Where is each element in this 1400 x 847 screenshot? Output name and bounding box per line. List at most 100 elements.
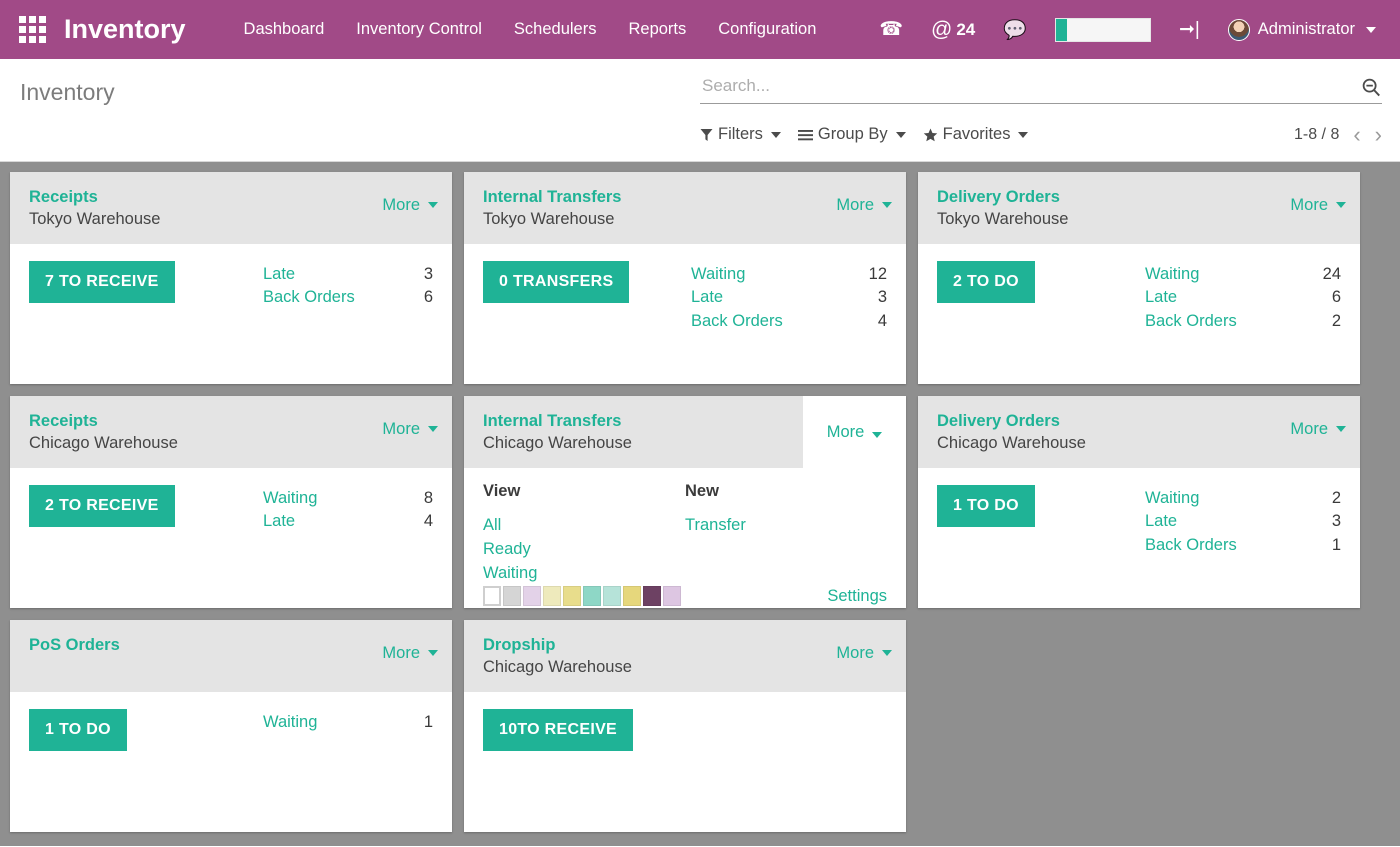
stat-label[interactable]: Waiting [1145, 487, 1199, 510]
stat-row[interactable]: Late 3 [691, 286, 887, 309]
kanban-card-receipts-tokyo[interactable]: Receipts Tokyo Warehouse More 7 TO RECEI… [10, 172, 452, 384]
groupby-dropdown[interactable]: Group By [798, 125, 906, 144]
stat-label[interactable]: Waiting [263, 711, 317, 734]
stat-row[interactable]: Back Orders 2 [1145, 310, 1341, 333]
stat-value: 12 [869, 263, 887, 286]
menu-item-schedulers[interactable]: Schedulers [498, 14, 613, 45]
more-dropdown-button[interactable]: More [382, 634, 438, 692]
search-icon[interactable] [1360, 76, 1382, 98]
stat-label[interactable]: Back Orders [1145, 310, 1237, 333]
pager-next-button[interactable]: › [1375, 124, 1382, 146]
card-title[interactable]: PoS Orders [29, 634, 120, 656]
menu-item-dashboard[interactable]: Dashboard [228, 14, 341, 45]
stat-label[interactable]: Waiting [691, 263, 745, 286]
stat-row[interactable]: Late 6 [1145, 286, 1341, 309]
primary-action-button[interactable]: 0 TRANSFERS [483, 261, 629, 303]
dropdown-view-all[interactable]: All [483, 514, 685, 538]
user-menu-button[interactable]: Administrator [1214, 0, 1390, 59]
filters-dropdown[interactable]: Filters [700, 125, 781, 144]
stat-row[interactable]: Waiting 24 [1145, 263, 1341, 286]
kanban-card-pos-orders[interactable]: PoS Orders More 1 TO DO Waiting 1 [10, 620, 452, 832]
card-title[interactable]: Dropship [483, 634, 632, 656]
card-title[interactable]: Receipts [29, 410, 178, 432]
color-swatch-yellow[interactable] [563, 586, 581, 606]
primary-action-button[interactable]: 1 TO DO [29, 709, 127, 751]
primary-action-button[interactable]: 1 TO DO [937, 485, 1035, 527]
menu-item-configuration[interactable]: Configuration [702, 14, 832, 45]
kanban-card-delivery-orders-tokyo[interactable]: Delivery Orders Tokyo Warehouse More 2 T… [918, 172, 1360, 384]
menu-item-reports[interactable]: Reports [612, 14, 702, 45]
stat-row[interactable]: Waiting 8 [263, 487, 433, 510]
pager-previous-button[interactable]: ‹ [1353, 124, 1360, 146]
dropdown-view-waiting[interactable]: Waiting [483, 562, 685, 586]
stat-row[interactable]: Waiting 12 [691, 263, 887, 286]
color-swatch-mint[interactable] [583, 586, 601, 606]
stat-row[interactable]: Back Orders 1 [1145, 534, 1341, 557]
stat-label[interactable]: Late [691, 286, 723, 309]
kanban-card-internal-transfers-chicago[interactable]: Internal Transfers Chicago Warehouse Mor… [464, 396, 906, 608]
primary-action-button[interactable]: 2 TO RECEIVE [29, 485, 175, 527]
stat-label[interactable]: Back Orders [1145, 534, 1237, 557]
stat-label[interactable]: Late [263, 510, 295, 533]
signout-button[interactable]: ➞| [1165, 0, 1214, 59]
color-swatch-gold[interactable] [623, 586, 641, 606]
color-swatch-dark-purple[interactable] [643, 586, 661, 606]
stat-label[interactable]: Back Orders [691, 310, 783, 333]
stat-row[interactable]: Waiting 1 [263, 711, 433, 734]
kanban-card-delivery-orders-chicago[interactable]: Delivery Orders Chicago Warehouse More 1… [918, 396, 1360, 608]
mentions-button[interactable]: @ 24 [917, 0, 989, 59]
more-dropdown-button[interactable]: More [836, 634, 892, 692]
stat-row[interactable]: Late 3 [263, 263, 433, 286]
color-swatch-light-mint[interactable] [603, 586, 621, 606]
stat-value: 2 [1332, 487, 1341, 510]
more-dropdown-button[interactable]: More [382, 410, 438, 468]
more-dropdown-button[interactable]: More [803, 396, 906, 468]
more-dropdown-button[interactable]: More [1290, 410, 1346, 468]
more-dropdown-button[interactable]: More [836, 186, 892, 244]
menu-item-inventory-control[interactable]: Inventory Control [340, 14, 498, 45]
stat-value: 8 [424, 487, 433, 510]
primary-action-button[interactable]: 2 TO DO [937, 261, 1035, 303]
stat-label[interactable]: Late [263, 263, 295, 286]
kanban-card-dropship-chicago[interactable]: Dropship Chicago Warehouse More 10TO REC… [464, 620, 906, 832]
kanban-card-internal-transfers-tokyo[interactable]: Internal Transfers Tokyo Warehouse More … [464, 172, 906, 384]
more-dropdown-button[interactable]: More [382, 186, 438, 244]
primary-action-button[interactable]: 7 TO RECEIVE [29, 261, 175, 303]
stat-label[interactable]: Waiting [1145, 263, 1199, 286]
card-title[interactable]: Internal Transfers [483, 186, 621, 208]
dropdown-new-transfer[interactable]: Transfer [685, 514, 887, 538]
stat-label[interactable]: Waiting [263, 487, 317, 510]
card-title[interactable]: Receipts [29, 186, 160, 208]
card-title[interactable]: Delivery Orders [937, 410, 1086, 432]
color-swatch-lavender[interactable] [663, 586, 681, 606]
card-title[interactable]: Delivery Orders [937, 186, 1068, 208]
color-swatch-pale-yellow[interactable] [543, 586, 561, 606]
stat-row[interactable]: Late 3 [1145, 510, 1341, 533]
dropdown-view-ready[interactable]: Ready [483, 538, 685, 562]
primary-action-button[interactable]: 10TO RECEIVE [483, 709, 633, 751]
phone-button[interactable]: ☎ [865, 0, 917, 59]
stat-label[interactable]: Back Orders [263, 286, 355, 309]
stat-row[interactable]: Waiting 2 [1145, 487, 1341, 510]
color-swatch-light-purple[interactable] [523, 586, 541, 606]
app-brand-title[interactable]: Inventory [64, 14, 186, 45]
favorites-dropdown[interactable]: Favorites [923, 125, 1029, 144]
color-swatch-picker [483, 586, 681, 606]
card-title[interactable]: Internal Transfers [483, 410, 632, 432]
dropdown-settings-link[interactable]: Settings [827, 587, 887, 606]
stat-value: 6 [424, 286, 433, 309]
color-swatch-grey[interactable] [503, 586, 521, 606]
progress-indicator[interactable] [1041, 0, 1165, 59]
stat-row[interactable]: Back Orders 6 [263, 286, 433, 309]
stat-row[interactable]: Back Orders 4 [691, 310, 887, 333]
search-input[interactable] [700, 75, 1360, 99]
kanban-card-receipts-chicago[interactable]: Receipts Chicago Warehouse More 2 TO REC… [10, 396, 452, 608]
messaging-button[interactable]: 💬 [989, 0, 1041, 59]
stat-label[interactable]: Late [1145, 510, 1177, 533]
color-swatch-no-color[interactable] [483, 586, 501, 606]
stat-row[interactable]: Late 4 [263, 510, 433, 533]
stat-label[interactable]: Late [1145, 286, 1177, 309]
apps-menu-button[interactable] [0, 0, 64, 59]
chevron-down-icon [428, 202, 438, 208]
more-dropdown-button[interactable]: More [1290, 186, 1346, 244]
